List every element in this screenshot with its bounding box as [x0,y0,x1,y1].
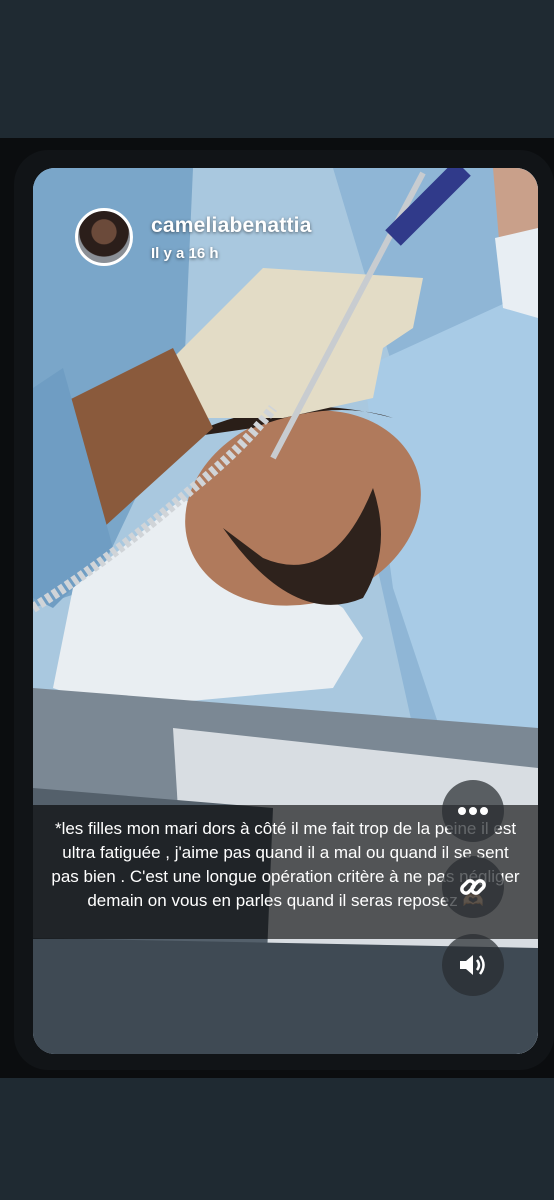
more-horizontal-icon [458,807,488,815]
bottom-background [0,1078,554,1200]
more-options-button[interactable] [442,780,504,842]
timestamp: Il y a 16 h [151,245,219,262]
sound-toggle-button[interactable] [442,934,504,996]
story-viewer[interactable]: cameliabenattia Il y a 16 h *les filles … [33,168,538,1054]
speaker-icon [460,955,485,975]
top-background [0,0,554,138]
avatar[interactable] [75,208,133,266]
share-link-button[interactable] [442,856,504,918]
link-icon [460,879,486,895]
username[interactable]: cameliabenattia [151,214,312,238]
